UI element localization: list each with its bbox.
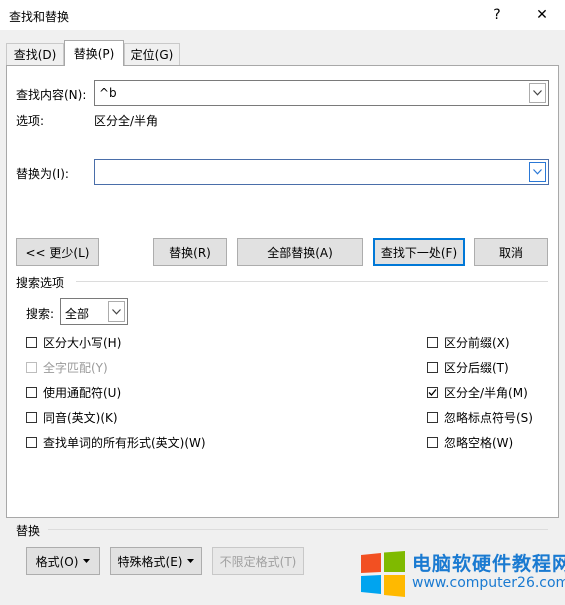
options-label: 选项:: [16, 114, 45, 128]
replace-all-button-label: 全部替换(A): [267, 245, 333, 260]
find-value: ^b: [99, 86, 117, 100]
checkbox-label: 全字匹配(Y): [43, 361, 108, 375]
caret-down-icon: [83, 559, 91, 563]
checkbox-match-prefix[interactable]: 区分前缀(X): [427, 334, 510, 351]
checkbox-label: 区分全/半角(M): [444, 386, 528, 400]
no-formatting-button-label: 不限定格式(T): [219, 554, 297, 569]
checkbox-label: 同音(英文)(K): [43, 411, 118, 425]
checkbox-match-case[interactable]: 区分大小写(H): [26, 334, 121, 351]
replace-label: 替换为(I):: [16, 167, 69, 181]
close-button[interactable]: ✕: [524, 0, 560, 30]
close-icon: ✕: [536, 7, 548, 23]
checkbox-label: 使用通配符(U): [43, 386, 122, 400]
replace-button-label: 替换(R): [169, 245, 211, 260]
special-format-button[interactable]: 特殊格式(E): [110, 547, 202, 575]
options-value: 区分全/半角: [94, 114, 159, 128]
title-bar: 查找和替换 ? ✕: [0, 0, 565, 30]
checkbox-box[interactable]: [26, 362, 37, 373]
checkbox-sounds-like[interactable]: 同音(英文)(K): [26, 409, 118, 426]
find-next-button-label: 查找下一处(F): [380, 245, 458, 260]
checkbox-label: 区分大小写(H): [43, 336, 122, 350]
chevron-down-icon: [112, 308, 121, 315]
checkbox-label: 忽略标点符号(S): [444, 411, 533, 425]
checkbox-box[interactable]: [26, 387, 37, 398]
format-button-label: 格式(O): [35, 554, 79, 569]
checkbox-box[interactable]: [26, 437, 37, 448]
checkbox-whole-word[interactable]: 全字匹配(Y): [26, 359, 108, 376]
search-scope-dropdown-button[interactable]: [108, 301, 125, 322]
checkbox-box[interactable]: [427, 387, 438, 398]
checkbox-ignore-punctuation[interactable]: 忽略标点符号(S): [427, 409, 533, 426]
checkbox-box[interactable]: [26, 337, 37, 348]
search-scope-label: 搜索:: [26, 307, 55, 321]
search-options-title: 搜索选项: [16, 276, 65, 290]
checkbox-box[interactable]: [427, 362, 438, 373]
help-button[interactable]: ?: [479, 0, 515, 30]
window-title: 查找和替换: [9, 10, 70, 24]
checkmark-icon: [428, 389, 437, 396]
watermark-text: 电脑软硬件教程网: [412, 553, 565, 575]
checkbox-label: 查找单词的所有形式(英文)(W): [43, 436, 206, 450]
checkbox-wildcards[interactable]: 使用通配符(U): [26, 384, 121, 401]
checkbox-match-width[interactable]: 区分全/半角(M): [427, 384, 528, 401]
checkbox-box[interactable]: [427, 337, 438, 348]
find-dropdown-button[interactable]: [529, 83, 546, 103]
cancel-button-label: 取消: [498, 245, 523, 260]
chevron-down-icon: [533, 169, 542, 175]
checkbox-box[interactable]: [427, 437, 438, 448]
checkbox-label: 区分前缀(X): [444, 336, 510, 350]
tab-find-label: 查找(D): [13, 48, 57, 62]
replace-input[interactable]: [94, 159, 549, 185]
special-format-button-label: 特殊格式(E): [117, 554, 183, 569]
cancel-button[interactable]: 取消: [474, 238, 548, 266]
tab-find[interactable]: 查找(D): [6, 43, 64, 65]
format-button[interactable]: 格式(O): [26, 547, 100, 575]
less-button-label: << 更少(L): [25, 245, 90, 260]
checkbox-ignore-whitespace[interactable]: 忽略空格(W): [427, 434, 513, 451]
search-scope-value: 全部: [65, 307, 90, 321]
chevron-down-icon: [533, 90, 542, 96]
checkbox-label: 忽略空格(W): [444, 436, 514, 450]
checkbox-all-word-forms[interactable]: 查找单词的所有形式(英文)(W): [26, 434, 206, 451]
help-icon: ?: [493, 7, 501, 23]
no-formatting-button[interactable]: 不限定格式(T): [212, 547, 304, 575]
windows-logo-icon: [361, 551, 405, 597]
tab-replace[interactable]: 替换(P): [64, 40, 124, 66]
replace-all-button[interactable]: 全部替换(A): [237, 238, 363, 266]
replace-button[interactable]: 替换(R): [153, 238, 227, 266]
find-next-button[interactable]: 查找下一处(F): [373, 238, 465, 266]
checkbox-match-suffix[interactable]: 区分后缀(T): [427, 359, 509, 376]
less-button[interactable]: << 更少(L): [16, 238, 99, 266]
search-options-divider: [76, 281, 548, 282]
checkbox-box[interactable]: [427, 412, 438, 423]
replace-section-title: 替换: [16, 524, 41, 538]
find-input[interactable]: ^b: [94, 80, 549, 106]
checkbox-box[interactable]: [26, 412, 37, 423]
tab-goto-label: 定位(G): [130, 48, 174, 62]
find-label: 查找内容(N):: [16, 88, 87, 102]
tab-goto[interactable]: 定位(G): [124, 43, 180, 65]
tab-replace-label: 替换(P): [73, 47, 115, 61]
checkbox-label: 区分后缀(T): [444, 361, 509, 375]
search-scope-select[interactable]: 全部: [60, 298, 128, 325]
replace-dropdown-button[interactable]: [529, 162, 546, 182]
caret-down-icon: [187, 559, 195, 563]
watermark-url: www.computer26.com: [412, 575, 565, 591]
replace-section-divider: [48, 529, 548, 530]
